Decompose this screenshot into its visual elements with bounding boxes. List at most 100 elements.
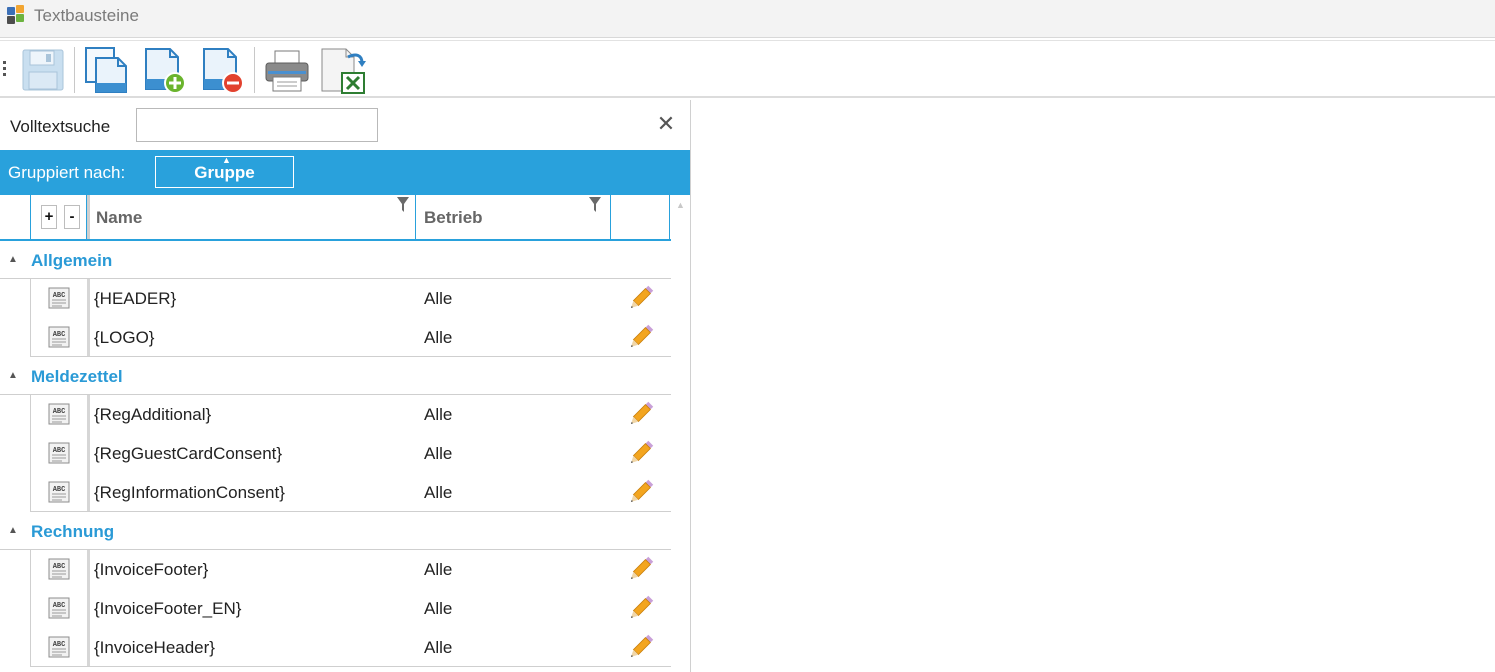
table-row[interactable]: ABC {RegAdditional} Alle xyxy=(0,395,671,434)
collapse-group-icon[interactable]: ▲ xyxy=(8,254,18,265)
excel-export-icon xyxy=(321,48,366,94)
edit-pencil-icon[interactable] xyxy=(627,634,654,661)
toolbar xyxy=(0,40,1495,98)
save-button[interactable] xyxy=(18,45,68,95)
printer-icon xyxy=(265,50,309,92)
text-block-icon: ABC xyxy=(48,558,70,580)
table-row[interactable]: ABC {RegInformationConsent} Alle xyxy=(0,473,671,512)
delete-button[interactable] xyxy=(198,45,248,95)
group-row[interactable]: ▲ Meldezettel xyxy=(0,357,671,395)
copy-button[interactable] xyxy=(82,45,132,95)
search-input[interactable] xyxy=(136,108,378,142)
sort-ascending-icon: ▲ xyxy=(222,155,231,165)
row-name: {InvoiceFooter_EN} xyxy=(94,599,242,618)
app-icon xyxy=(7,5,25,25)
edit-pencil-icon[interactable] xyxy=(627,324,654,351)
row-separator xyxy=(87,318,90,357)
row-betrieb: Alle xyxy=(424,405,453,424)
row-indent xyxy=(0,550,31,589)
row-separator xyxy=(87,473,90,512)
remove-document-icon xyxy=(203,48,244,94)
group-by-chip-label: Gruppe xyxy=(194,163,255,182)
text-block-icon: ABC xyxy=(48,597,70,619)
text-block-icon: ABC xyxy=(48,481,70,503)
group-name: Rechnung xyxy=(31,522,115,541)
row-betrieb: Alle xyxy=(424,328,453,347)
grid-header: + - Name Betrieb xyxy=(0,195,671,241)
table-row[interactable]: ABC {LOGO} Alle xyxy=(0,318,671,357)
text-block-icon: ABC xyxy=(48,442,70,464)
column-header-name-label: Name xyxy=(96,208,143,227)
table-row[interactable]: ABC {RegGuestCardConsent} Alle xyxy=(0,434,671,473)
filter-funnel-icon[interactable] xyxy=(397,197,409,213)
collapse-group-icon[interactable]: ▲ xyxy=(8,525,18,536)
column-header-edit xyxy=(611,195,670,239)
svg-text:ABC: ABC xyxy=(53,641,66,649)
row-indent xyxy=(0,279,31,318)
window-title: Textbausteine xyxy=(34,6,139,25)
search-label: Volltextsuche xyxy=(10,117,111,136)
group-by-chip[interactable]: ▲ Gruppe xyxy=(155,155,294,188)
column-header-betrieb-label: Betrieb xyxy=(424,208,483,227)
row-betrieb: Alle xyxy=(424,599,453,618)
row-betrieb: Alle xyxy=(424,560,453,579)
expand-all-button[interactable]: + xyxy=(41,205,57,229)
edit-pencil-icon[interactable] xyxy=(627,440,654,467)
row-betrieb: Alle xyxy=(424,444,453,463)
row-betrieb: Alle xyxy=(424,483,453,502)
group-name: Allgemein xyxy=(31,251,113,270)
header-indent-cell xyxy=(0,195,31,239)
group-row[interactable]: ▲ Allgemein xyxy=(0,241,671,279)
svg-text:ABC: ABC xyxy=(53,563,66,571)
export-excel-button[interactable] xyxy=(318,45,368,95)
svg-text:ABC: ABC xyxy=(53,447,66,455)
copy-document-icon xyxy=(85,47,127,93)
row-separator xyxy=(87,628,90,667)
text-block-icon: ABC xyxy=(48,636,70,658)
clear-search-icon[interactable]: ✕ xyxy=(655,113,677,135)
title-bar: Textbausteine xyxy=(0,0,1495,38)
text-block-icon: ABC xyxy=(48,403,70,425)
row-name: {RegAdditional} xyxy=(94,405,212,424)
group-row[interactable]: ▲ Rechnung xyxy=(0,512,671,550)
table-row[interactable]: ABC {InvoiceFooter_EN} Alle xyxy=(0,589,671,628)
svg-text:ABC: ABC xyxy=(53,292,66,300)
row-betrieb: Alle xyxy=(424,638,453,657)
table-row[interactable]: ABC {InvoiceHeader} Alle xyxy=(0,628,671,667)
svg-text:ABC: ABC xyxy=(53,602,66,610)
collapse-all-button[interactable]: - xyxy=(64,205,80,229)
grouping-bar: Gruppiert nach: ▲ Gruppe xyxy=(0,150,690,195)
row-name: {InvoiceHeader} xyxy=(94,638,215,657)
svg-text:ABC: ABC xyxy=(53,331,66,339)
collapse-group-icon[interactable]: ▲ xyxy=(8,370,18,381)
row-indent xyxy=(0,473,31,512)
add-button[interactable] xyxy=(140,45,190,95)
row-separator xyxy=(87,395,90,434)
edit-pencil-icon[interactable] xyxy=(627,595,654,622)
row-name: {InvoiceFooter} xyxy=(94,560,209,579)
edit-pencil-icon[interactable] xyxy=(627,401,654,428)
filter-funnel-icon[interactable] xyxy=(589,197,601,213)
column-header-name[interactable]: Name xyxy=(87,195,416,239)
column-header-betrieb[interactable]: Betrieb xyxy=(416,195,611,239)
toolbar-grip-icon[interactable] xyxy=(3,61,7,81)
row-indent xyxy=(0,395,31,434)
svg-text:ABC: ABC xyxy=(53,486,66,494)
scroll-up-icon[interactable]: ▲ xyxy=(676,200,685,210)
text-block-icon: ABC xyxy=(48,326,70,348)
table-row[interactable]: ABC {InvoiceFooter} Alle xyxy=(0,550,671,589)
text-block-icon: ABC xyxy=(48,287,70,309)
row-separator xyxy=(87,589,90,628)
row-separator xyxy=(87,550,90,589)
row-name: {RegGuestCardConsent} xyxy=(94,444,283,463)
textblock-panel: Volltextsuche ✕ Gruppiert nach: ▲ Gruppe… xyxy=(0,100,691,672)
edit-pencil-icon[interactable] xyxy=(627,285,654,312)
edit-pencil-icon[interactable] xyxy=(627,556,654,583)
edit-pencil-icon[interactable] xyxy=(627,479,654,506)
row-indent xyxy=(0,318,31,357)
row-separator xyxy=(87,434,90,473)
print-button[interactable] xyxy=(262,45,312,95)
group-name: Meldezettel xyxy=(31,367,123,386)
row-name: {HEADER} xyxy=(94,289,177,308)
table-row[interactable]: ABC {HEADER} Alle xyxy=(0,279,671,318)
